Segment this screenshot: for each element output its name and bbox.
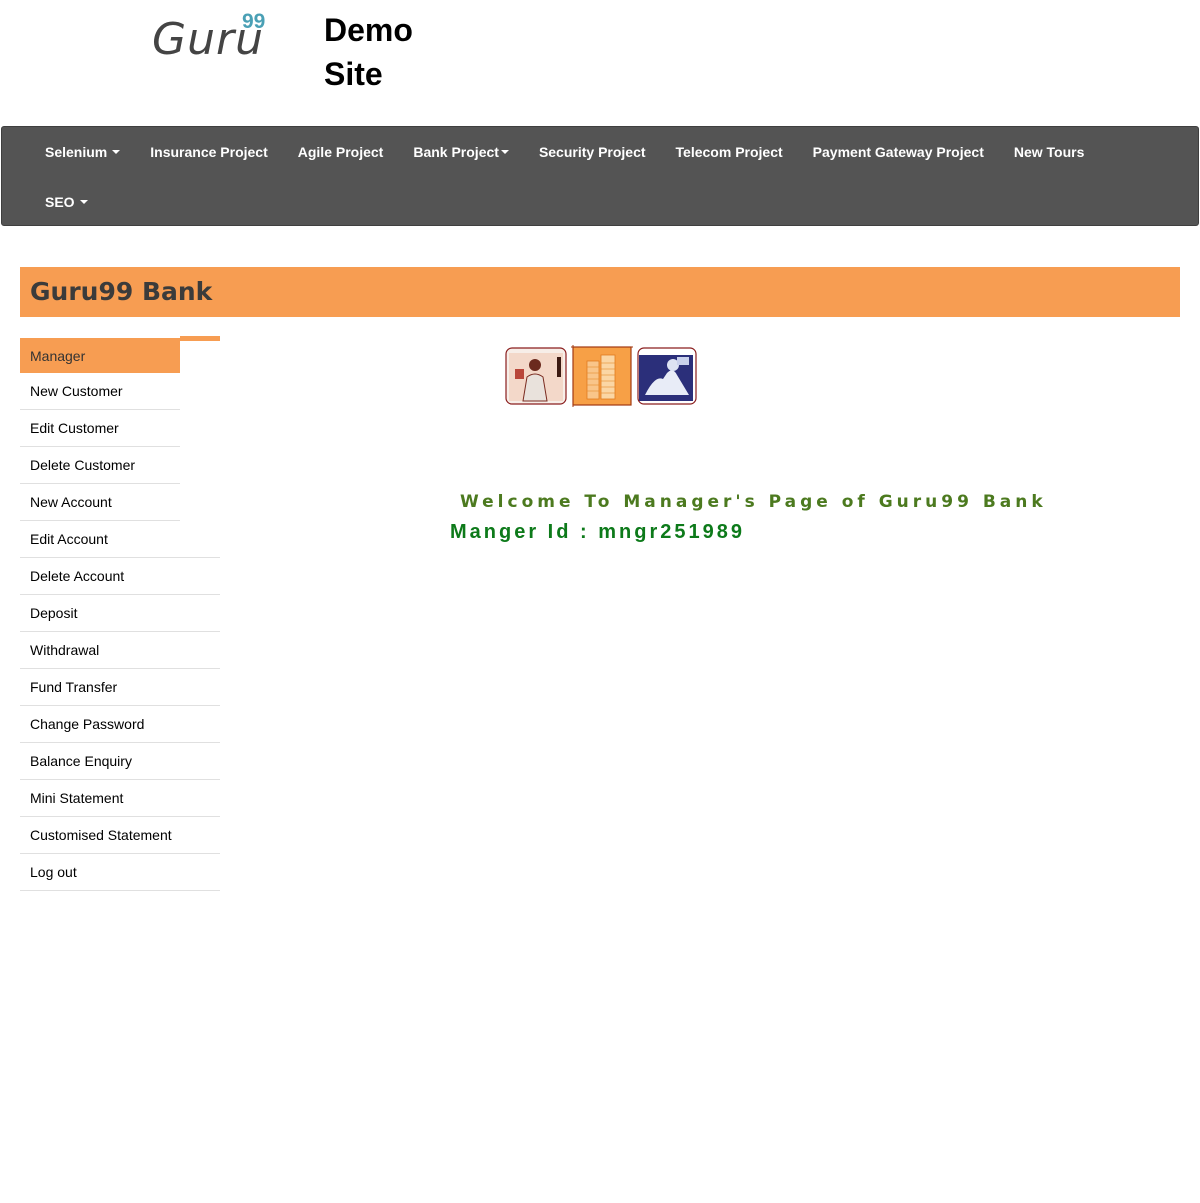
banner-image-manager — [637, 347, 697, 405]
sidebar-item-new-customer[interactable]: New Customer — [20, 373, 180, 410]
sidebar-item-label: New Customer — [30, 383, 123, 399]
nav-new-tours[interactable]: New Tours — [1014, 144, 1085, 160]
sidebar-item-label: Balance Enquiry — [30, 753, 132, 769]
sidebar-item-log-out[interactable]: Log out — [20, 854, 220, 891]
top-navbar: Selenium Insurance Project Agile Project… — [1, 126, 1199, 226]
nav-payment-gateway-project[interactable]: Payment Gateway Project — [813, 144, 984, 160]
nav-agile-project[interactable]: Agile Project — [298, 144, 384, 160]
guru99-logo[interactable]: Guru 99 — [152, 10, 282, 65]
bank-header-bar: Guru99 Bank — [20, 267, 1180, 317]
sidebar-item-delete-customer[interactable]: Delete Customer — [20, 447, 180, 484]
nav-security-project[interactable]: Security Project — [539, 144, 646, 160]
sidebar-item-label: Deposit — [30, 605, 78, 621]
nav-security-project-label: Security Project — [538, 144, 646, 160]
nav-payment-gateway-project-label: Payment Gateway Project — [812, 144, 984, 160]
nav-seo[interactable]: SEO — [45, 194, 88, 210]
chevron-down-icon — [79, 200, 88, 204]
nav-new-tours-label: New Tours — [1013, 144, 1085, 160]
banner-image-building — [571, 345, 633, 407]
sidebar-item-label: Edit Account — [30, 531, 108, 547]
sidebar-item-mini-statement[interactable]: Mini Statement — [20, 780, 220, 817]
sidebar-item-label: Edit Customer — [30, 420, 119, 436]
manager-id-text: Manger Id : mngr251989 — [450, 521, 745, 543]
navbar-row-2: SEO — [2, 177, 88, 227]
chevron-down-icon — [112, 150, 121, 154]
sidebar-item-label: Fund Transfer — [30, 679, 118, 695]
nav-telecom-project-label: Telecom Project — [675, 144, 783, 160]
sidebar-item-label: New Account — [30, 494, 112, 510]
sidebar-item-label: Mini Statement — [30, 790, 124, 806]
nav-bank-project-label: Bank Project — [413, 144, 499, 160]
sidebar-item-edit-account[interactable]: Edit Account — [20, 521, 220, 558]
sidebar-item-label: Delete Account — [30, 568, 125, 584]
sidebar-accent-line — [180, 336, 220, 341]
logo-superscript: 99 — [242, 10, 266, 33]
sidebar-item-new-account[interactable]: New Account — [20, 484, 180, 521]
nav-bank-project[interactable]: Bank Project — [413, 144, 509, 160]
nav-telecom-project[interactable]: Telecom Project — [676, 144, 783, 160]
banner-image-customer — [505, 347, 567, 405]
nav-seo-label: SEO — [45, 194, 75, 210]
sidebar-item-label: Delete Customer — [30, 457, 136, 473]
nav-selenium[interactable]: Selenium — [45, 144, 121, 160]
sidebar-item-change-password[interactable]: Change Password — [20, 706, 220, 743]
nav-insurance-project[interactable]: Insurance Project — [150, 144, 268, 160]
sidebar-item-label: Withdrawal — [30, 642, 100, 658]
bank-title: Guru99 Bank — [30, 277, 213, 306]
navbar-row-1: Selenium Insurance Project Agile Project… — [2, 127, 1084, 177]
sidebar-item-customised-statement[interactable]: Customised Statement — [20, 817, 220, 854]
sidebar-item-balance-enquiry[interactable]: Balance Enquiry — [20, 743, 220, 780]
sidebar-item-withdrawal[interactable]: Withdrawal — [20, 632, 220, 669]
sidebar-item-edit-customer[interactable]: Edit Customer — [20, 410, 180, 447]
sidebar-item-label: Customised Statement — [30, 827, 172, 843]
nav-agile-project-label: Agile Project — [297, 144, 384, 160]
sidebar-item-fund-transfer[interactable]: Fund Transfer — [20, 669, 220, 706]
nav-insurance-project-label: Insurance Project — [150, 144, 268, 160]
welcome-message: Welcome To Manager's Page of Guru99 Bank — [460, 492, 1047, 512]
chevron-down-icon — [500, 150, 509, 154]
nav-selenium-label: Selenium — [45, 144, 108, 160]
sidebar-item-label: Manager — [30, 347, 86, 364]
sidebar-item-label: Log out — [30, 864, 77, 880]
sidebar-item-manager[interactable]: Manager — [20, 338, 180, 373]
sidebar-item-label: Change Password — [30, 716, 145, 732]
sidebar-item-delete-account[interactable]: Delete Account — [20, 558, 220, 595]
site-title: Demo Site — [324, 12, 413, 92]
bank-banner-images — [505, 345, 700, 410]
sidebar-item-deposit[interactable]: Deposit — [20, 595, 220, 632]
